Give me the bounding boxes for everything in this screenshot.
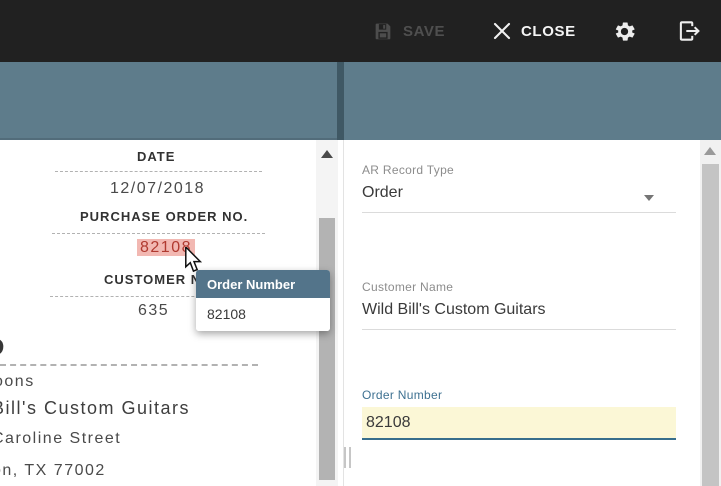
save-floppy-icon: [372, 20, 394, 42]
index-fields-panel: AR Record Type Order Customer Name Wild …: [344, 140, 700, 486]
logout-icon: [676, 18, 702, 44]
panel-scrollbar[interactable]: [700, 140, 721, 486]
close-x-icon: [492, 21, 512, 41]
dropdown-caret-icon[interactable]: [644, 195, 654, 201]
scroll-up-arrow-icon[interactable]: [321, 150, 333, 158]
field-underline: [362, 329, 676, 330]
toolbar-divider: [337, 62, 344, 140]
scrollbar-thumb[interactable]: [702, 164, 719, 486]
tooltip-title: Order Number: [196, 270, 330, 298]
doc-fineprint-line: [55, 171, 262, 172]
logout-button[interactable]: [676, 0, 702, 62]
doc-clipped-letter: D: [0, 334, 4, 362]
scroll-up-arrow-icon[interactable]: [704, 147, 716, 155]
capture-indexing-app: SAVE CLOSE: [0, 0, 721, 486]
field-input-focused[interactable]: 82108: [362, 407, 676, 440]
doc-address-line: Bill's Custom Guitars: [0, 398, 190, 419]
field-value-dropdown[interactable]: Order: [362, 184, 676, 202]
field-label: AR Record Type: [362, 163, 676, 177]
doc-po-label: PURCHASE ORDER NO.: [80, 209, 248, 224]
panel-splitter-handle[interactable]: [344, 447, 351, 468]
settings-button[interactable]: [612, 0, 637, 62]
extraction-tooltip: Order Number 82108: [196, 270, 330, 331]
doc-address-line: Caroline Street: [0, 430, 121, 448]
mouse-cursor-icon: [183, 247, 205, 273]
field-ar-record-type: AR Record Type Order: [362, 163, 676, 213]
scrollbar-thumb[interactable]: [319, 218, 335, 480]
doc-date-value: 12/07/2018: [110, 180, 205, 198]
doc-fineprint-line: [0, 364, 258, 366]
doc-customer-value: 635: [138, 302, 169, 320]
field-label: Customer Name: [362, 280, 676, 294]
field-underline: [362, 212, 676, 213]
field-value-text[interactable]: Wild Bill's Custom Guitars: [362, 301, 676, 319]
doc-address-line: on, TX 77002: [0, 462, 106, 480]
tooltip-value: 82108: [196, 298, 330, 331]
save-label: SAVE: [403, 23, 445, 40]
field-order-number: Order Number 82108: [362, 388, 676, 440]
doc-address-line: oons: [0, 373, 35, 391]
close-label: CLOSE: [521, 23, 576, 40]
doc-date-label: DATE: [137, 149, 175, 164]
close-button[interactable]: CLOSE: [492, 0, 576, 62]
field-label: Order Number: [362, 388, 676, 402]
field-customer-name: Customer Name Wild Bill's Custom Guitars: [362, 280, 676, 330]
top-bar: SAVE CLOSE: [0, 0, 721, 62]
index-fields-header: Index Fields: [344, 62, 721, 140]
doc-fineprint-line: [52, 233, 265, 234]
save-button[interactable]: SAVE: [372, 0, 445, 62]
gear-icon: [612, 19, 637, 44]
